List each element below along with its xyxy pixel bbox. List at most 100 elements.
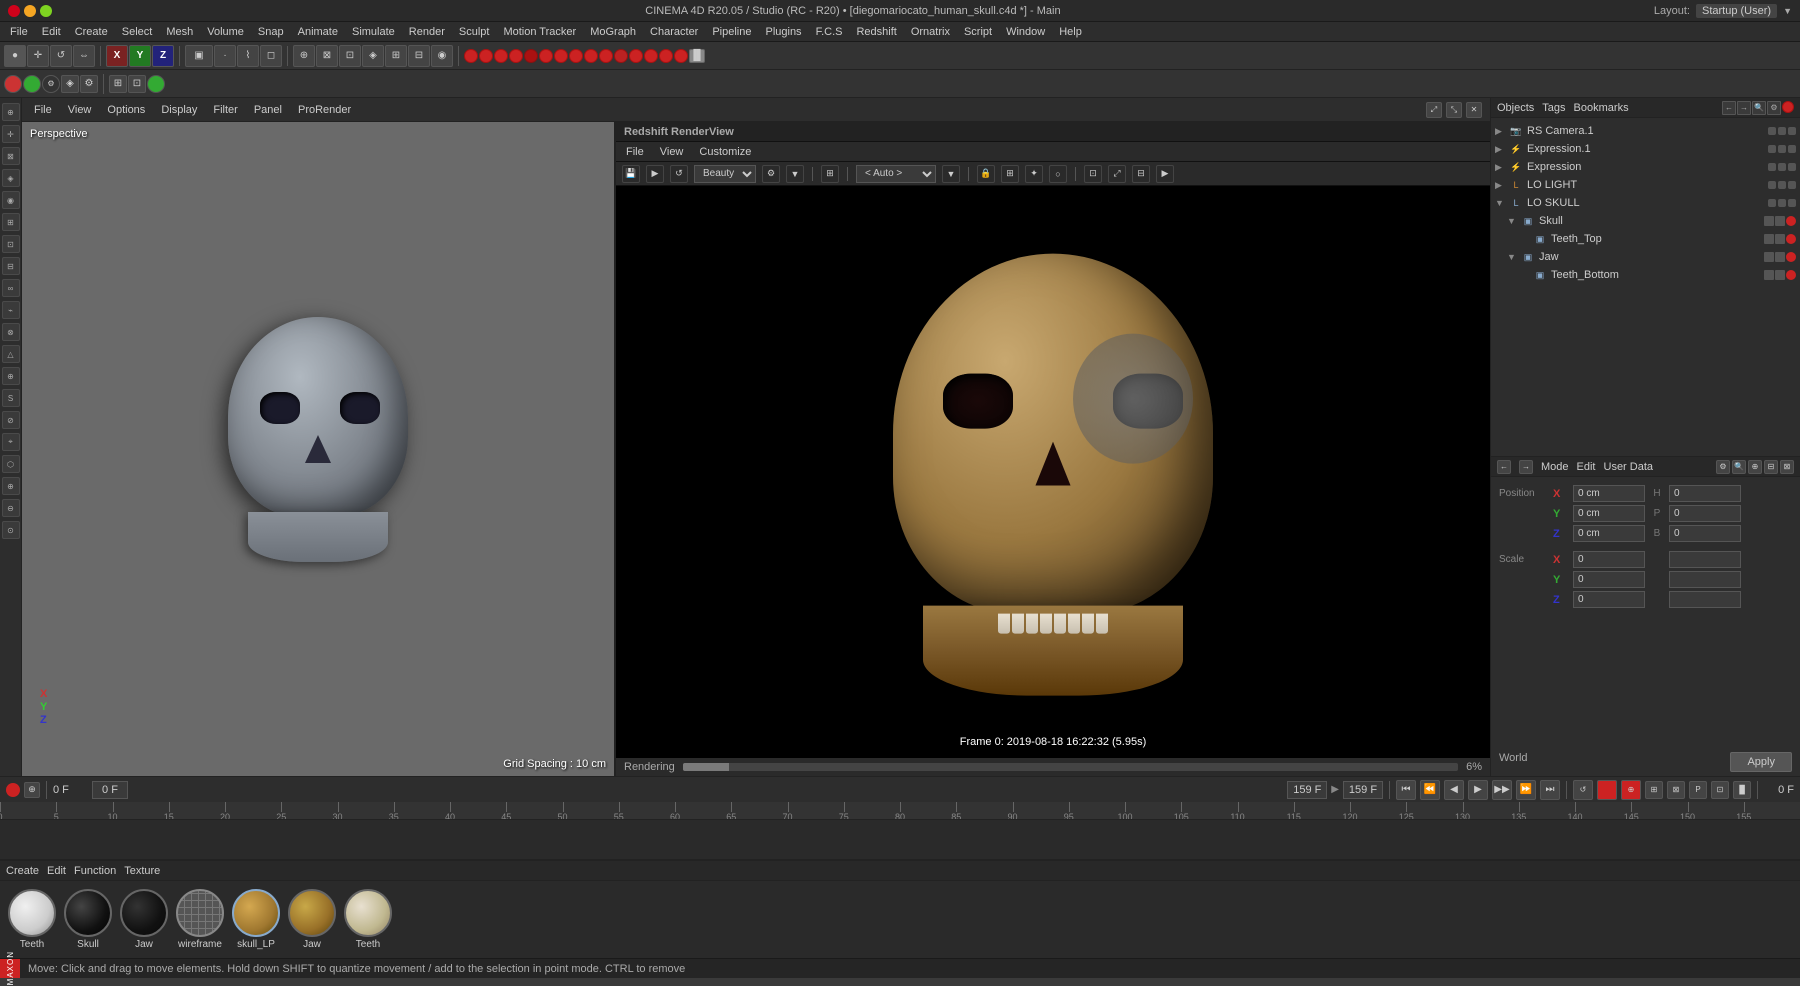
rp-tags[interactable]: Tags <box>1542 102 1565 114</box>
rv-star-btn[interactable]: ✦ <box>1025 165 1043 183</box>
render-btn-16[interactable]: ▐▌ <box>689 49 705 63</box>
tl-extra-4[interactable]: ⊡ <box>1711 781 1729 799</box>
vp-menu-panel[interactable]: Panel <box>250 102 286 118</box>
left-tool-6[interactable]: ⊞ <box>2 213 20 231</box>
rv-crop-btn[interactable]: ⊞ <box>821 165 839 183</box>
material-skull-lp[interactable]: skull_LP <box>232 889 280 950</box>
rotate-mode-btn[interactable]: ↺ <box>50 45 72 67</box>
menu-redshift[interactable]: Redshift <box>850 24 902 40</box>
menu-character[interactable]: Character <box>644 24 704 40</box>
left-tool-12[interactable]: △ <box>2 345 20 363</box>
scale-z-input[interactable] <box>1573 591 1645 608</box>
vp-menu-view[interactable]: View <box>64 102 96 118</box>
rv-menu-file[interactable]: File <box>622 144 648 160</box>
tool-btn-6[interactable]: ⊟ <box>408 45 430 67</box>
rp-bookmarks[interactable]: Bookmarks <box>1574 102 1629 114</box>
render-btn-12[interactable] <box>629 49 643 63</box>
attr-menu-mode[interactable]: Mode <box>1541 461 1569 473</box>
menu-script[interactable]: Script <box>958 24 998 40</box>
left-tool-10[interactable]: ⌁ <box>2 301 20 319</box>
move-mode-btn[interactable]: ✛ <box>27 45 49 67</box>
rv-lock-btn[interactable]: 🔒 <box>977 165 995 183</box>
material-teeth[interactable]: Teeth <box>8 889 56 950</box>
left-tool-17[interactable]: ⬡ <box>2 455 20 473</box>
tl-extra-1[interactable]: ⊞ <box>1645 781 1663 799</box>
obj-item-skull-root[interactable]: ▼ L LO SKULL <box>1491 194 1800 212</box>
obj-panel-btn-2[interactable]: → <box>1737 101 1751 115</box>
rv-dropdown-btn[interactable]: ▼ <box>786 165 804 183</box>
select-mode-btn[interactable]: ● <box>4 45 26 67</box>
attr-btn-3[interactable]: ⊕ <box>1748 460 1762 474</box>
rv-menu-customize[interactable]: Customize <box>695 144 755 160</box>
material-jaw2[interactable]: Jaw <box>288 889 336 950</box>
obj-panel-settings[interactable]: ⚙ <box>1767 101 1781 115</box>
rs-btn-5[interactable]: ⚙ <box>80 75 98 93</box>
red-dot-1[interactable] <box>1597 780 1617 800</box>
scale-x-input[interactable] <box>1573 551 1645 568</box>
timeline-ruler[interactable]: 0510152025303540455055606570758085909510… <box>0 802 1800 820</box>
rv-zoom-btn[interactable]: ⤢ <box>1108 165 1126 183</box>
tl-extra-3[interactable]: P <box>1689 781 1707 799</box>
tool-btn-7[interactable]: ◉ <box>431 45 453 67</box>
rv-auto-dropdown-btn[interactable]: ▼ <box>942 165 960 183</box>
obj-item-skull[interactable]: ▼ ▣ Skull <box>1491 212 1800 230</box>
rs-btn-1[interactable] <box>4 75 22 93</box>
pos-h-input[interactable] <box>1669 485 1741 502</box>
mat-menu-create[interactable]: Create <box>6 865 39 877</box>
vp-menu-filter[interactable]: Filter <box>209 102 241 118</box>
pos-x-input[interactable] <box>1573 485 1645 502</box>
z-axis-btn[interactable]: Z <box>152 45 174 67</box>
left-tool-13[interactable]: ⊕ <box>2 367 20 385</box>
obj-item-rs-camera[interactable]: ▶ 📷 RS Camera.1 <box>1491 122 1800 140</box>
obj-item-teeth-bottom[interactable]: ▣ Teeth_Bottom <box>1491 266 1800 284</box>
scale-b-input[interactable] <box>1669 591 1741 608</box>
vp-menu-display[interactable]: Display <box>157 102 201 118</box>
render-btn-5[interactable] <box>524 49 538 63</box>
vp-menu-file[interactable]: File <box>30 102 56 118</box>
timeline-btn-1[interactable]: ⊕ <box>24 782 40 798</box>
render-btn-10[interactable] <box>599 49 613 63</box>
tl-extra-5[interactable]: ▐▌ <box>1733 781 1751 799</box>
end-frame-2-input[interactable] <box>1343 781 1383 799</box>
pos-y-input[interactable] <box>1573 505 1645 522</box>
obj-item-expr[interactable]: ▶ ⚡ Expression <box>1491 158 1800 176</box>
attr-fwd-btn[interactable]: → <box>1519 460 1533 474</box>
left-tool-14[interactable]: S <box>2 389 20 407</box>
close-button[interactable] <box>8 5 20 17</box>
left-tool-1[interactable]: ⊕ <box>2 103 20 121</box>
left-tool-3[interactable]: ⊠ <box>2 147 20 165</box>
vp-menu-options[interactable]: Options <box>103 102 149 118</box>
left-tool-11[interactable]: ⊗ <box>2 323 20 341</box>
rv-play-btn[interactable]: ▶ <box>646 165 664 183</box>
rs-btn-4[interactable]: ◈ <box>61 75 79 93</box>
render-canvas[interactable]: Frame 0: 2019-08-18 16:22:32 (5.95s) <box>616 186 1490 758</box>
go-next-key-btn[interactable]: ⏩ <box>1516 780 1536 800</box>
pos-p-input[interactable] <box>1669 505 1741 522</box>
end-frame-1-input[interactable] <box>1287 781 1327 799</box>
rv-grid-btn[interactable]: ⊞ <box>1001 165 1019 183</box>
tool-btn-5[interactable]: ⊞ <box>385 45 407 67</box>
render-btn-7[interactable] <box>554 49 568 63</box>
apply-button[interactable]: Apply <box>1730 752 1792 772</box>
left-tool-18[interactable]: ⊕ <box>2 477 20 495</box>
obj-panel-btn-5[interactable] <box>1782 101 1794 113</box>
layout-arrows[interactable]: ▼ <box>1783 6 1792 16</box>
menu-help[interactable]: Help <box>1053 24 1088 40</box>
obj-item-teeth-top[interactable]: ▣ Teeth_Top <box>1491 230 1800 248</box>
prev-frame-btn[interactable]: ◀ <box>1444 780 1464 800</box>
rv-save-btn[interactable]: 💾 <box>622 165 640 183</box>
vp-collapse-btn[interactable]: ⤡ <box>1446 102 1462 118</box>
obj-panel-btn-1[interactable]: ← <box>1722 101 1736 115</box>
render-btn-15[interactable] <box>674 49 688 63</box>
attr-back-btn[interactable]: ← <box>1497 460 1511 474</box>
menu-pipeline[interactable]: Pipeline <box>706 24 757 40</box>
vp-menu-prorender[interactable]: ProRender <box>294 102 355 118</box>
mat-menu-texture[interactable]: Texture <box>124 865 160 877</box>
attr-btn-2[interactable]: 🔍 <box>1732 460 1746 474</box>
menu-render[interactable]: Render <box>403 24 451 40</box>
material-jaw[interactable]: Jaw <box>120 889 168 950</box>
render-btn-14[interactable] <box>659 49 673 63</box>
scale-y-input[interactable] <box>1573 571 1645 588</box>
material-skull[interactable]: Skull <box>64 889 112 950</box>
menu-motiontracker[interactable]: Motion Tracker <box>497 24 582 40</box>
